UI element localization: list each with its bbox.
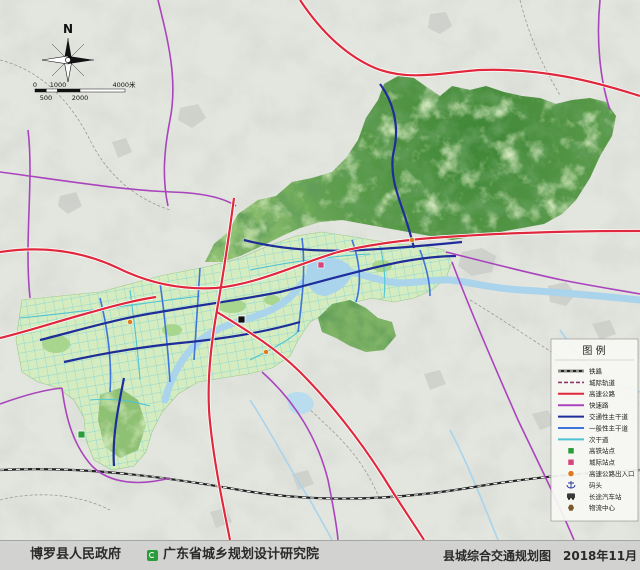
bus-wheel <box>568 497 570 500</box>
high-speed-rail-station-icon <box>77 430 86 439</box>
legend-item-label: 高速公路出入口 <box>589 469 635 478</box>
expressway-exit-icon <box>263 349 269 355</box>
legend: 图 例 铁路城际轨道高速公路快速路交通性主干道一般性主干道次干道高铁站点城际站点… <box>550 338 639 522</box>
scale-segment <box>34 88 47 93</box>
square-icon <box>567 458 575 466</box>
legend-item-label: 高速公路 <box>589 389 616 398</box>
legend-item-label: 长途汽车站 <box>589 492 622 501</box>
intercity-station-icon <box>317 261 325 269</box>
scale-segment <box>79 88 126 93</box>
scale-label: 4000米 <box>112 80 136 89</box>
legend-item-label: 交通性主干道 <box>589 412 629 421</box>
institute-name: 广东省城乡规划设计研究院 <box>163 547 320 562</box>
circle-icon <box>567 470 575 477</box>
scale-label: 2000 <box>72 94 89 102</box>
expressway-exit-icon <box>127 319 133 325</box>
scale-segment <box>46 88 58 93</box>
legend-item-label: 物流中心 <box>589 503 616 512</box>
scale-segment <box>57 88 81 93</box>
scale-label: 1000 <box>50 81 67 89</box>
legend-item-label: 一般性主干道 <box>589 423 629 432</box>
legend-item-label: 快速路 <box>589 401 609 410</box>
legend-item-label: 高铁站点 <box>589 446 616 455</box>
square-icon <box>567 447 575 455</box>
legend-item-label: 码头 <box>589 480 603 489</box>
scale-label: 500 <box>40 94 52 102</box>
transport-planning-map: N 0 1000 4000米 500 2000 图 例 铁路城际轨道高速公路快速… <box>0 0 640 540</box>
map-date: 2018年11月 <box>563 549 638 563</box>
north-label: N <box>63 22 73 36</box>
compass-center <box>65 57 71 63</box>
legend-item-label: 铁路 <box>589 366 603 375</box>
government-name: 博罗县人民政府 <box>30 547 122 562</box>
scale-label: 0 <box>33 81 37 89</box>
footer-bar: 博罗县人民政府 广东省城乡规划设计研究院 县城综合交通规划图 2018年11月 <box>0 540 640 570</box>
legend-title: 图 例 <box>582 344 605 357</box>
institute-logo-icon <box>147 550 158 561</box>
bus-station-icon <box>237 315 246 324</box>
bus-wheel <box>572 497 574 500</box>
map-title: 县城综合交通规划图 <box>443 549 552 563</box>
legend-item-label: 次干道 <box>589 435 609 444</box>
legend-item-label: 城际站点 <box>589 458 616 467</box>
legend-item-label: 城际轨道 <box>589 378 616 387</box>
bus-icon <box>567 493 575 499</box>
expressway-exit-icon <box>409 237 415 243</box>
